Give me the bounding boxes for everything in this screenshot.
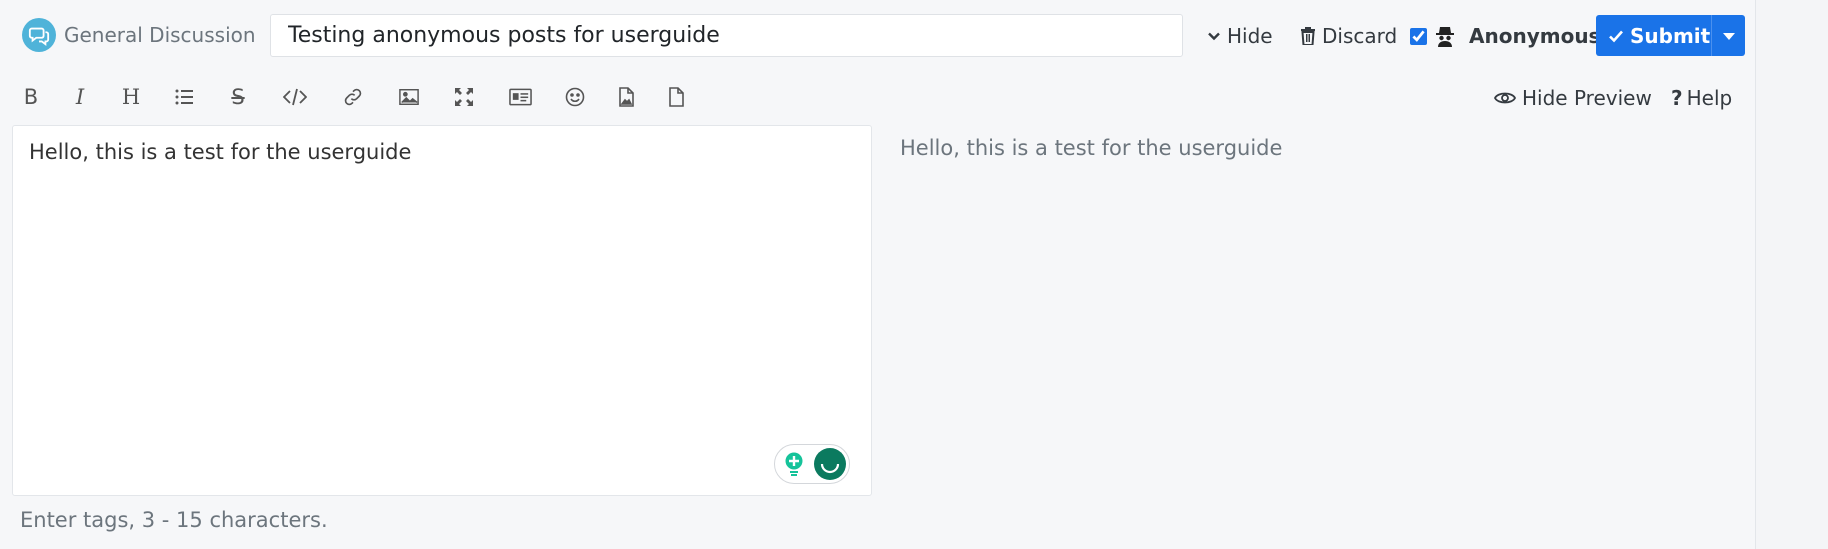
eye-icon xyxy=(1494,92,1516,104)
anonymous-checkbox[interactable] xyxy=(1410,27,1427,45)
help-label: Help xyxy=(1686,86,1733,110)
file-button[interactable] xyxy=(659,80,693,114)
link-button[interactable] xyxy=(336,80,370,114)
submit-button[interactable]: Submit xyxy=(1596,15,1711,56)
strikethrough-icon: S xyxy=(231,85,245,109)
editor-toolbar: B I H S Hide Preview ? Help xyxy=(0,72,1755,124)
card-button[interactable] xyxy=(503,80,537,114)
image-file-button[interactable] xyxy=(609,80,643,114)
check-icon xyxy=(1609,30,1623,42)
spy-icon xyxy=(1436,27,1454,47)
strikethrough-button[interactable]: S xyxy=(221,80,255,114)
submit-label: Submit xyxy=(1630,23,1711,48)
hide-button[interactable]: Hide xyxy=(1207,18,1273,54)
composer: General Discussion Hide Discard xyxy=(0,0,1756,549)
chevron-down-icon xyxy=(1208,32,1220,41)
fullscreen-button[interactable] xyxy=(447,80,481,114)
heading-button[interactable]: H xyxy=(114,80,148,114)
card-icon xyxy=(508,88,532,106)
anonymous-toggle[interactable]: Anonymous xyxy=(1410,18,1600,54)
page-gutter xyxy=(1756,0,1828,549)
image-file-icon xyxy=(619,87,634,107)
category-label: General Discussion xyxy=(64,23,256,47)
grammarly-widget[interactable] xyxy=(774,444,850,484)
post-editor[interactable]: Hello, this is a test for the userguide xyxy=(12,125,872,496)
bold-button[interactable]: B xyxy=(14,80,48,114)
title-input[interactable] xyxy=(270,14,1183,57)
composer-header: General Discussion Hide Discard xyxy=(0,0,1755,72)
italic-button[interactable]: I xyxy=(63,80,97,114)
grammarly-logo-icon xyxy=(814,448,846,480)
question-icon: ? xyxy=(1671,86,1683,110)
list-icon xyxy=(175,89,193,105)
lightbulb-icon xyxy=(781,451,807,477)
fullscreen-icon xyxy=(455,88,473,106)
hide-preview-label: Hide Preview xyxy=(1522,86,1652,110)
tags-input[interactable]: Enter tags, 3 - 15 characters. xyxy=(20,508,328,532)
emoji-icon xyxy=(565,87,585,107)
category-selector[interactable]: General Discussion xyxy=(22,17,256,53)
bold-icon: B xyxy=(23,85,39,109)
trash-icon xyxy=(1301,27,1315,45)
discard-button[interactable]: Discard xyxy=(1300,18,1397,54)
post-preview: Hello, this is a test for the userguide xyxy=(900,136,1283,160)
hide-preview-button[interactable]: Hide Preview xyxy=(1494,82,1652,114)
code-button[interactable] xyxy=(278,80,312,114)
list-button[interactable] xyxy=(167,80,201,114)
discard-label: Discard xyxy=(1322,24,1398,48)
link-icon xyxy=(344,88,362,106)
submit-options-button[interactable] xyxy=(1711,15,1745,56)
heading-icon: H xyxy=(121,85,141,109)
chat-icon xyxy=(22,18,56,52)
code-icon xyxy=(283,88,307,106)
image-button[interactable] xyxy=(392,80,426,114)
emoji-button[interactable] xyxy=(558,80,592,114)
caret-down-icon xyxy=(1722,32,1735,40)
file-icon xyxy=(669,87,684,107)
image-icon xyxy=(399,89,419,105)
italic-icon: I xyxy=(75,85,85,109)
hide-label: Hide xyxy=(1227,24,1273,48)
submit-group: Submit xyxy=(1596,15,1745,56)
help-button[interactable]: ? Help xyxy=(1671,82,1732,114)
anonymous-label: Anonymous xyxy=(1469,24,1601,48)
